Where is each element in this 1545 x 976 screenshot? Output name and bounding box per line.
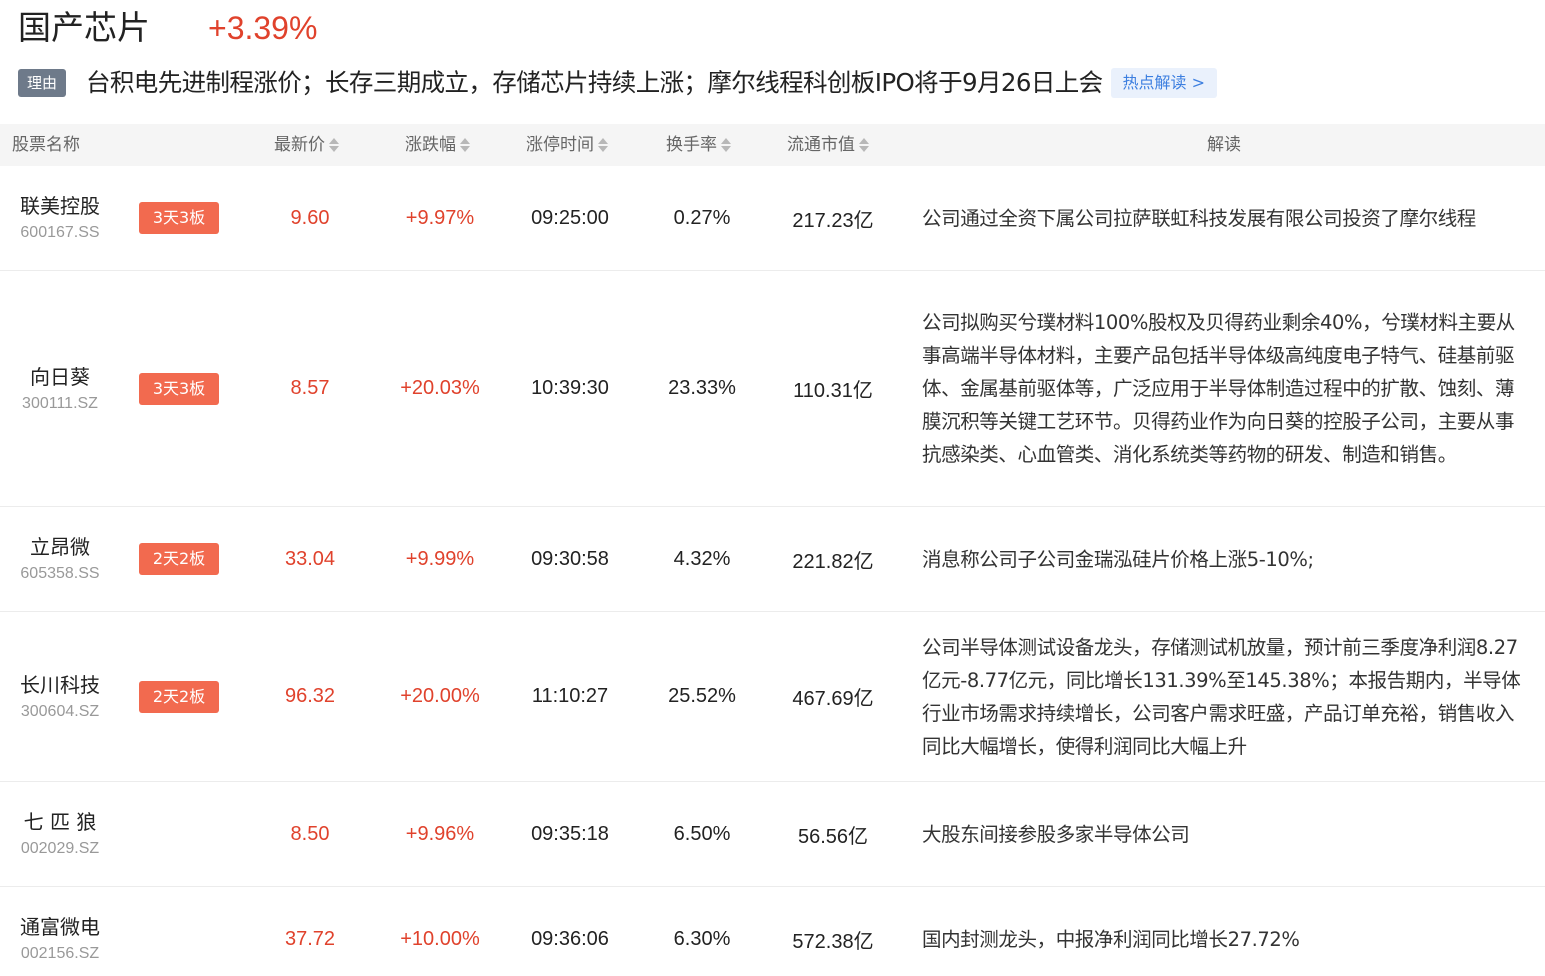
sector-change: +3.39% (208, 10, 318, 46)
column-header-price[interactable]: 最新价 (274, 124, 340, 166)
column-header-change[interactable]: 涨跌幅 (405, 124, 471, 166)
limit-time-cell: 09:25:00 (531, 206, 609, 229)
stock-code: 300111.SZ (22, 394, 98, 412)
analysis-text: 公司半导体测试设备龙头，存储测试机放量，预计前三季度净利润8.27亿元-8.77… (922, 635, 1521, 758)
turnover-cell: 6.50% (673, 822, 731, 845)
price-cell: 96.32 (284, 685, 336, 707)
stock-code: 600167.SS (20, 224, 100, 241)
column-header-name: 股票名称 (12, 135, 80, 155)
price-cell: 8.50 (290, 822, 330, 845)
limit-time-cell: 09:36:06 (531, 927, 609, 950)
limit-time-cell: 09:30:58 (531, 547, 609, 570)
analysis-cell: 公司通过全资下属公司拉萨联虹科技发展有限公司投资了摩尔线程 (922, 166, 1528, 270)
stock-name-cell[interactable]: 通富微电 002156.SZ (0, 887, 120, 976)
table-row[interactable]: 七 匹 狼 002029.SZ 8.50 +9.96% 09:35:18 6.5… (0, 782, 1545, 887)
price-cell: 37.72 (284, 927, 336, 950)
analysis-text: 公司通过全资下属公司拉萨联虹科技发展有限公司投资了摩尔线程 (922, 206, 1476, 230)
table-row[interactable]: 长川科技 300604.SZ 2天2板 96.32 +20.00% 11:10:… (0, 612, 1545, 782)
change-cell: +9.99% (405, 547, 475, 570)
sector-title: 国产芯片 (18, 8, 150, 47)
analysis-text: 公司拟购买兮璞材料100%股权及贝得药业剩余40%，兮璞材料主要从事高端半导体材… (922, 311, 1515, 466)
stock-table: 股票名称 最新价 涨跌幅 涨停时间 换手率 流通市值 解读 联美控股 60016… (0, 124, 1545, 976)
stock-code: 002029.SZ (20, 840, 100, 857)
market-cap-cell: 56.56亿 (797, 825, 869, 848)
reason-text: 台积电先进制程涨价；长存三期成立，存储芯片持续上涨；摩尔线程科创板IPO将于9月… (86, 68, 1103, 97)
sort-icon (720, 137, 732, 153)
turnover-cell: 6.30% (673, 927, 731, 950)
stock-name[interactable]: 向日葵 (30, 362, 90, 392)
change-cell: +10.00% (400, 927, 480, 950)
streak-badge-cell: 2天2板 (139, 507, 219, 611)
turnover-cell: 0.27% (673, 206, 731, 229)
reason-row: 理由 台积电先进制程涨价；长存三期成立，存储芯片持续上涨；摩尔线程科创板IPO将… (18, 66, 1218, 100)
table-header: 股票名称 最新价 涨跌幅 涨停时间 换手率 流通市值 解读 (0, 124, 1545, 166)
stock-name-cell[interactable]: 长川科技 300604.SZ (0, 612, 120, 781)
market-cap-cell: 467.69亿 (792, 688, 874, 710)
streak-badge: 2天2板 (139, 680, 219, 713)
analysis-cell: 公司拟购买兮璞材料100%股权及贝得药业剩余40%，兮璞材料主要从事高端半导体材… (922, 271, 1528, 506)
analysis-cell: 公司半导体测试设备龙头，存储测试机放量，预计前三季度净利润8.27亿元-8.77… (922, 612, 1528, 781)
streak-badge: 3天3板 (139, 202, 219, 234)
market-cap-cell: 221.82亿 (792, 550, 874, 573)
stock-name[interactable]: 立昂微 (30, 532, 90, 562)
market-cap-cell: 110.31亿 (793, 380, 873, 402)
streak-badge-cell: 2天2板 (139, 612, 219, 781)
turnover-cell: 25.52% (668, 685, 736, 707)
limit-time-cell: 10:39:30 (531, 377, 609, 399)
streak-badge-cell: 3天3板 (139, 166, 219, 270)
sector-header: 国产芯片 +3.39% (18, 6, 317, 50)
change-cell: +20.00% (400, 685, 480, 707)
analysis-cell: 消息称公司子公司金瑞泓硅片价格上涨5-10%; (922, 507, 1528, 611)
sort-icon (328, 137, 340, 153)
market-cap-cell: 572.38亿 (792, 930, 874, 953)
reason-tag: 理由 (18, 69, 66, 97)
analysis-text: 消息称公司子公司金瑞泓硅片价格上涨5-10%; (922, 547, 1314, 571)
limit-time-cell: 09:35:18 (531, 822, 609, 845)
sort-icon (597, 137, 609, 153)
column-header-limit-time[interactable]: 涨停时间 (526, 124, 609, 166)
hot-topic-link[interactable]: 热点解读 > (1110, 68, 1218, 98)
column-header-market-cap[interactable]: 流通市值 (787, 124, 870, 166)
sort-icon (858, 137, 870, 153)
analysis-cell: 大股东间接参股多家半导体公司 (922, 782, 1528, 886)
stock-name[interactable]: 通富微电 (20, 912, 100, 942)
table-row[interactable]: 向日葵 300111.SZ 3天3板 8.57 +20.03% 10:39:30… (0, 271, 1545, 507)
price-cell: 9.60 (290, 206, 330, 229)
analysis-text: 国内封测龙头，中报净利润同比增长27.72% (922, 927, 1300, 951)
market-cap-cell: 217.23亿 (792, 209, 874, 232)
change-cell: +9.96% (405, 822, 475, 845)
stock-name-cell[interactable]: 向日葵 300111.SZ (0, 271, 120, 506)
limit-up-sector-page: 国产芯片 +3.39% 理由 台积电先进制程涨价；长存三期成立，存储芯片持续上涨… (0, 0, 1545, 976)
table-row[interactable]: 立昂微 605358.SS 2天2板 33.04 +9.99% 09:30:58… (0, 507, 1545, 612)
stock-name[interactable]: 联美控股 (20, 191, 100, 221)
stock-name[interactable]: 长川科技 (20, 670, 100, 700)
stock-name-cell[interactable]: 立昂微 605358.SS (0, 507, 120, 611)
stock-name[interactable]: 七 匹 狼 (24, 807, 97, 837)
table-row[interactable]: 通富微电 002156.SZ 37.72 +10.00% 09:36:06 6.… (0, 887, 1545, 976)
stock-name-cell[interactable]: 联美控股 600167.SS (0, 166, 120, 270)
stock-code: 300604.SZ (20, 702, 100, 720)
analysis-cell: 国内封测龙头，中报净利润同比增长27.72% (922, 887, 1528, 976)
change-cell: +20.03% (400, 377, 480, 399)
column-header-turnover[interactable]: 换手率 (666, 124, 732, 166)
turnover-cell: 4.32% (673, 547, 731, 570)
change-cell: +9.97% (405, 206, 475, 229)
streak-badge: 2天2板 (139, 543, 219, 575)
sort-icon (459, 137, 471, 153)
price-cell: 33.04 (284, 547, 336, 570)
table-row[interactable]: 联美控股 600167.SS 3天3板 9.60 +9.97% 09:25:00… (0, 166, 1545, 271)
stock-name-cell[interactable]: 七 匹 狼 002029.SZ (0, 782, 120, 886)
stock-code: 002156.SZ (20, 945, 100, 962)
turnover-cell: 23.33% (668, 377, 736, 399)
streak-badge: 3天3板 (139, 372, 219, 405)
analysis-text: 大股东间接参股多家半导体公司 (922, 822, 1190, 846)
streak-badge-cell: 3天3板 (139, 271, 219, 506)
column-header-analysis: 解读 (1207, 135, 1241, 155)
limit-time-cell: 11:10:27 (531, 685, 609, 707)
price-cell: 8.57 (290, 377, 330, 399)
stock-code: 605358.SS (20, 565, 100, 582)
